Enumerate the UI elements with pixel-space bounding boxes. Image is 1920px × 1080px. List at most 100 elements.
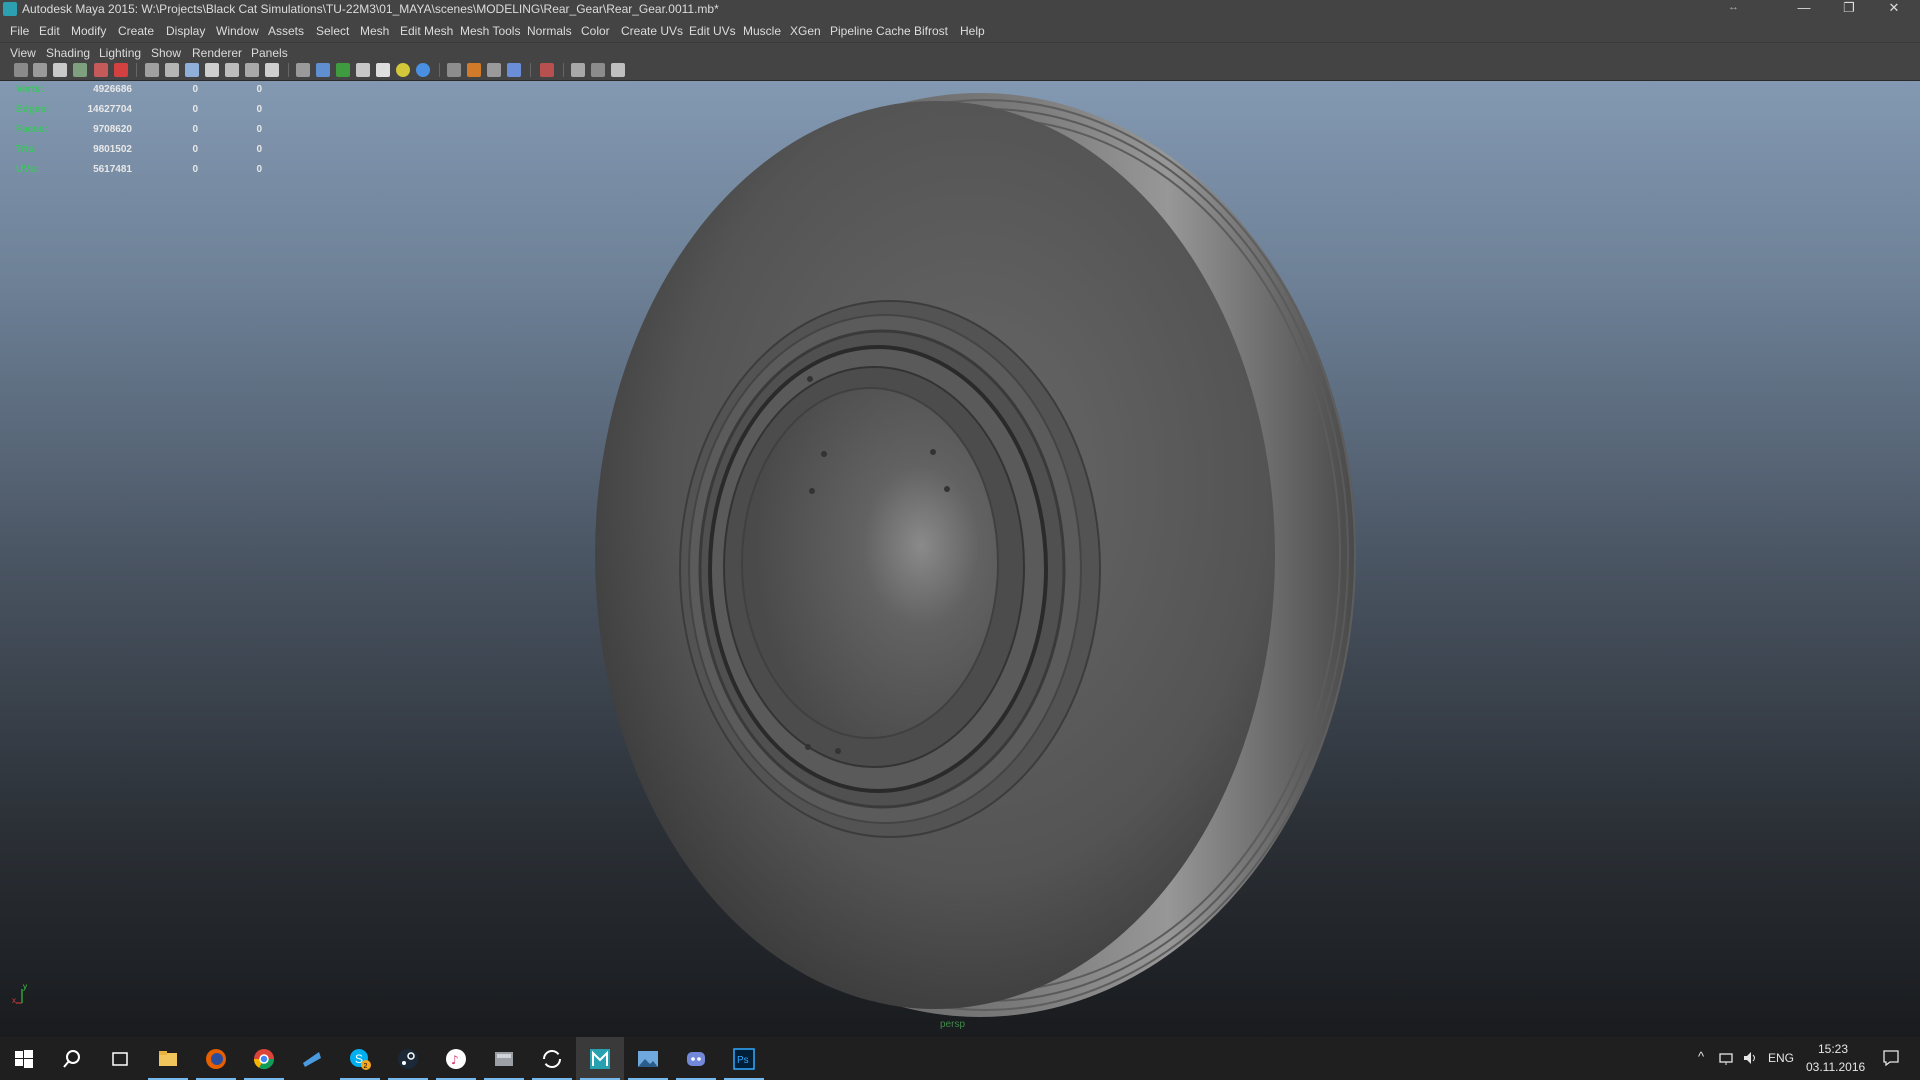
panel-menu-lighting[interactable]: Lighting [99, 46, 141, 60]
photos-button[interactable] [624, 1037, 672, 1080]
camera-attributes-icon[interactable] [33, 63, 47, 77]
menu-edit[interactable]: Edit [39, 24, 60, 38]
blue-app-button[interactable] [288, 1037, 336, 1080]
resize-icon[interactable]: ↔ [1728, 1, 1739, 13]
maya-button[interactable] [576, 1037, 624, 1080]
shadows-icon[interactable] [396, 63, 410, 77]
menu-window[interactable]: Window [216, 24, 259, 38]
minimize-button[interactable]: — [1782, 0, 1826, 18]
gray-app-button[interactable] [480, 1037, 528, 1080]
resolution-gate-icon[interactable] [185, 63, 199, 77]
viewport-renderer-icon[interactable] [571, 63, 585, 77]
menu-assets[interactable]: Assets [268, 24, 304, 38]
file-explorer-button[interactable] [144, 1037, 192, 1080]
menu-muscle[interactable]: Muscle [743, 24, 781, 38]
menu-create[interactable]: Create [118, 24, 154, 38]
menu-edit-uvs[interactable]: Edit UVs [689, 24, 736, 38]
menu-file[interactable]: File [10, 24, 29, 38]
field-chart-icon[interactable] [225, 63, 239, 77]
svg-text:♪: ♪ [451, 1053, 459, 1067]
image-plane-icon[interactable] [73, 63, 87, 77]
clock-time[interactable]: 15:23 [1818, 1042, 1848, 1056]
safe-title-icon[interactable] [265, 63, 279, 77]
hud-value: 0 [256, 164, 262, 175]
task-view-button[interactable] [96, 1037, 144, 1080]
panel-menu-show[interactable]: Show [151, 46, 181, 60]
discord-button[interactable] [672, 1037, 720, 1080]
close-button[interactable]: ✕ [1872, 0, 1916, 18]
skype-button[interactable]: S 2 [336, 1037, 384, 1080]
volume-icon[interactable] [1742, 1050, 1758, 1066]
wheel-model[interactable] [540, 89, 1370, 1019]
panel-menu-panels[interactable]: Panels [251, 46, 288, 60]
tray-chevron-icon[interactable]: ^ [1698, 1049, 1704, 1064]
gate-mask-icon[interactable] [205, 63, 219, 77]
chrome-button[interactable] [240, 1037, 288, 1080]
hud-label: Edges: [16, 104, 50, 115]
hud-value: 9801502 [93, 144, 132, 155]
menu-edit-mesh[interactable]: Edit Mesh [400, 24, 453, 38]
grease-pencil-icon[interactable] [114, 63, 128, 77]
menu-modify[interactable]: Modify [71, 24, 106, 38]
skype-icon: S 2 [350, 1049, 371, 1070]
xray-joints-icon[interactable] [487, 63, 501, 77]
perspective-viewport[interactable]: Verts: 4926686 0 0 Edges: 14627704 0 0 F… [0, 81, 1920, 1037]
select-camera-icon[interactable] [14, 63, 28, 77]
clock-date[interactable]: 03.11.2016 [1806, 1060, 1865, 1074]
smooth-shade-icon[interactable] [316, 63, 330, 77]
steam-button[interactable] [384, 1037, 432, 1080]
photoshop-button[interactable]: Ps [720, 1037, 768, 1080]
photos-icon [638, 1051, 658, 1067]
xray-icon[interactable] [467, 63, 481, 77]
menu-display[interactable]: Display [166, 24, 205, 38]
color-management-icon[interactable] [611, 63, 625, 77]
panel-menu-renderer[interactable]: Renderer [192, 46, 242, 60]
xray-active-icon[interactable] [507, 63, 521, 77]
toolbar-separator [136, 63, 137, 77]
action-center-icon[interactable] [1882, 1049, 1900, 1067]
menu-bifrost[interactable]: Bifrost [914, 24, 948, 38]
menu-color[interactable]: Color [581, 24, 610, 38]
firefox-button[interactable] [192, 1037, 240, 1080]
menu-select[interactable]: Select [316, 24, 349, 38]
itunes-button[interactable]: ♪ [432, 1037, 480, 1080]
bookmarks-icon[interactable] [53, 63, 67, 77]
menu-pipeline-cache[interactable]: Pipeline Cache [830, 24, 911, 38]
film-gate-icon[interactable] [165, 63, 179, 77]
menu-create-uvs[interactable]: Create UVs [621, 24, 683, 38]
isolate-select-icon[interactable] [447, 63, 461, 77]
high-quality-icon[interactable] [540, 63, 554, 77]
safe-action-icon[interactable] [245, 63, 259, 77]
network-icon[interactable] [1718, 1050, 1734, 1066]
menu-mesh[interactable]: Mesh [360, 24, 389, 38]
two-d-pan-zoom-icon[interactable] [94, 63, 108, 77]
wireframe-icon[interactable] [296, 63, 310, 77]
panel-menu-shading[interactable]: Shading [46, 46, 90, 60]
grid-icon[interactable] [145, 63, 159, 77]
menu-mesh-tools[interactable]: Mesh Tools [460, 24, 520, 38]
maya-logo-icon [3, 2, 17, 16]
hud-label: Faces: [16, 124, 48, 135]
search-button[interactable] [48, 1037, 96, 1080]
textured-icon[interactable] [356, 63, 370, 77]
screen-space-ao-icon[interactable] [416, 63, 430, 77]
panel-menu-view[interactable]: View [10, 46, 36, 60]
axis-y-label: y [23, 982, 27, 991]
camera-name-label: persp [940, 1019, 966, 1030]
gamma-icon[interactable] [591, 63, 605, 77]
menu-help[interactable]: Help [960, 24, 985, 38]
menu-normals[interactable]: Normals [527, 24, 572, 38]
language-indicator[interactable]: ENG [1768, 1051, 1794, 1065]
restore-button[interactable]: ❐ [1827, 0, 1871, 18]
wireframe-on-shaded-icon[interactable] [336, 63, 350, 77]
sync-button[interactable] [528, 1037, 576, 1080]
toolbar-separator [439, 63, 440, 77]
sync-icon [543, 1050, 561, 1068]
skype-badge: 2 [364, 1063, 368, 1070]
hud-value: 4926686 [93, 84, 132, 95]
photoshop-label: Ps [737, 1055, 749, 1066]
menu-xgen[interactable]: XGen [790, 24, 821, 38]
use-all-lights-icon[interactable] [376, 63, 390, 77]
start-button[interactable] [0, 1037, 48, 1080]
firefox-icon [206, 1049, 226, 1069]
